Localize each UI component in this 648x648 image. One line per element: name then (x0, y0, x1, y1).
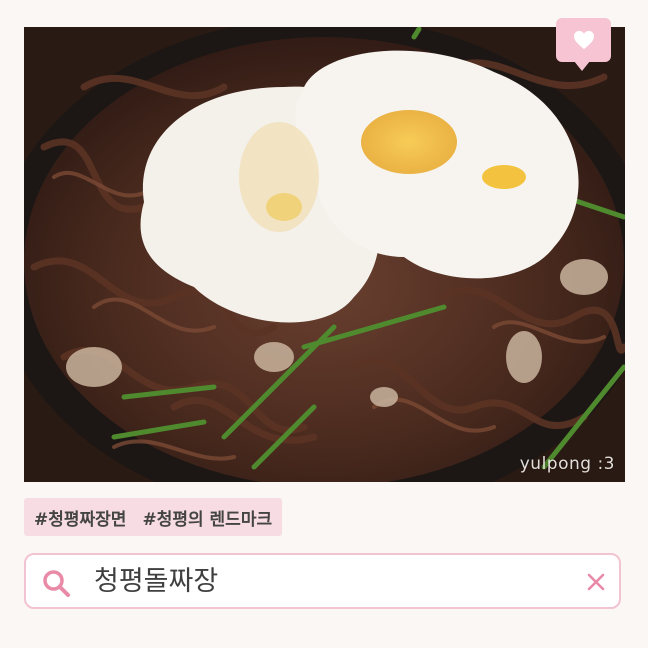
food-photo-illustration (24, 27, 625, 482)
food-photo: yulpong :3 (24, 27, 625, 482)
photo-watermark: yulpong :3 (519, 454, 615, 474)
search-icon[interactable] (41, 568, 71, 598)
heart-badge[interactable] (556, 18, 611, 71)
search-input[interactable]: 청평돌짜장 (94, 565, 218, 599)
close-icon[interactable] (586, 572, 606, 592)
hashtag[interactable]: #청평짜장면 (34, 505, 126, 530)
heart-icon (573, 30, 594, 50)
hashtag[interactable]: #청평의 렌드마크 (142, 505, 272, 530)
search-bar[interactable]: 청평돌짜장 (24, 553, 621, 609)
hashtag-bar: #청평짜장면 #청평의 렌드마크 (24, 498, 283, 536)
